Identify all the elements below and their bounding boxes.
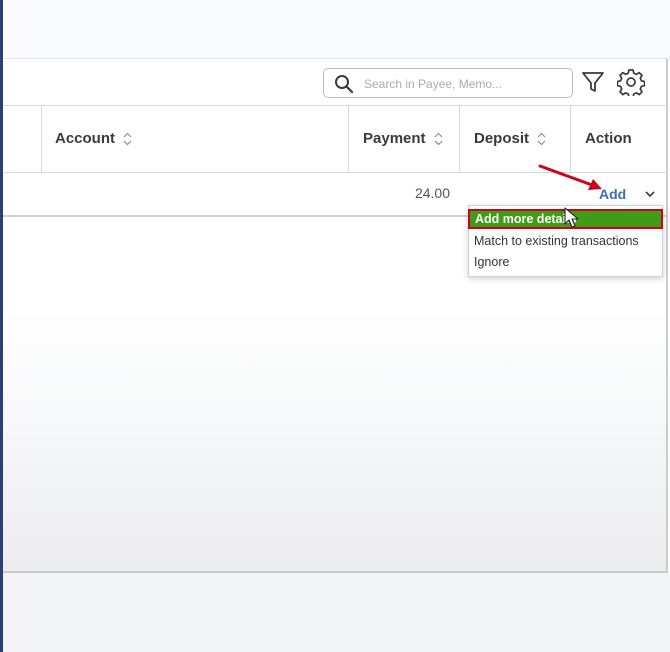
column-divider (459, 106, 460, 172)
column-header-payment[interactable]: Payment (363, 130, 443, 147)
column-header-account[interactable]: Account (55, 130, 132, 147)
sort-icon (123, 132, 132, 145)
search-icon (335, 75, 354, 94)
filter-icon[interactable] (580, 69, 606, 95)
column-header-label: Action (585, 130, 632, 147)
sort-icon (537, 132, 546, 145)
column-divider (570, 106, 571, 172)
table-header: Account Payment Deposit Action (3, 105, 666, 173)
chevron-down-icon[interactable] (643, 188, 657, 200)
column-divider (41, 106, 42, 172)
gear-icon[interactable] (617, 68, 645, 96)
column-divider (348, 106, 349, 172)
search-box[interactable] (323, 68, 573, 98)
menu-item-ignore[interactable]: Ignore (469, 252, 660, 272)
column-header-label: Deposit (474, 130, 530, 147)
search-input[interactable] (362, 73, 570, 95)
menu-item-add-more-details[interactable]: Add more details (468, 209, 663, 229)
menu-item-match-existing[interactable]: Match to existing transactions (469, 231, 660, 251)
top-band (3, 0, 670, 58)
action-dropdown-menu: Add more details Match to existing trans… (468, 205, 663, 277)
column-header-label: Payment (363, 130, 426, 147)
add-action-button[interactable]: Add (599, 186, 626, 202)
payment-amount: 24.00 (414, 185, 450, 201)
bottom-band (3, 573, 670, 652)
sort-icon (434, 132, 442, 145)
column-header-deposit[interactable]: Deposit (474, 130, 546, 147)
column-header-action: Action (585, 130, 632, 147)
column-header-label: Account (55, 130, 115, 147)
